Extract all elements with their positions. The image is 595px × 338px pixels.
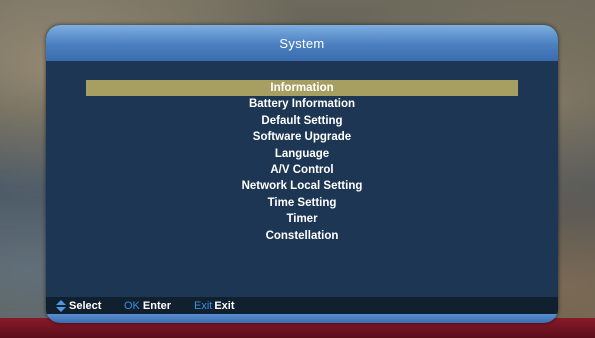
title-bar: System: [46, 25, 558, 61]
menu-item-timer[interactable]: Timer: [86, 211, 518, 227]
menu-item-software-upgrade[interactable]: Software Upgrade: [86, 129, 518, 145]
menu-area: Information Battery Information Default …: [46, 61, 558, 297]
ok-hint: OK Enter: [124, 297, 171, 314]
menu-item-av-control[interactable]: A/V Control: [86, 162, 518, 178]
menu-item-network-local-setting[interactable]: Network Local Setting: [86, 178, 518, 194]
ok-key-label: OK: [124, 299, 140, 312]
menu-item-language[interactable]: Language: [86, 146, 518, 162]
menu-item-information[interactable]: Information: [86, 80, 518, 97]
menu-item-default-setting[interactable]: Default Setting: [86, 113, 518, 129]
menu-list: Information Battery Information Default …: [86, 80, 518, 244]
enter-label: Enter: [142, 299, 172, 312]
menu-item-battery-information[interactable]: Battery Information: [86, 96, 518, 112]
select-label: Select: [69, 299, 102, 312]
footer-hint-bar: Select OK Enter Exit Exit: [46, 297, 558, 314]
window-bottom-rim: [46, 314, 558, 323]
menu-item-constellation[interactable]: Constellation: [86, 228, 518, 244]
window-title: System: [279, 35, 325, 51]
menu-item-time-setting[interactable]: Time Setting: [86, 195, 518, 211]
up-down-arrow-icon: [56, 299, 66, 312]
exit-label: Exit: [214, 299, 235, 312]
system-menu-window: System Information Battery Information D…: [46, 25, 558, 323]
select-hint: Select: [56, 297, 101, 314]
exit-hint: Exit Exit: [194, 297, 235, 314]
exit-key-label: Exit: [194, 299, 213, 312]
